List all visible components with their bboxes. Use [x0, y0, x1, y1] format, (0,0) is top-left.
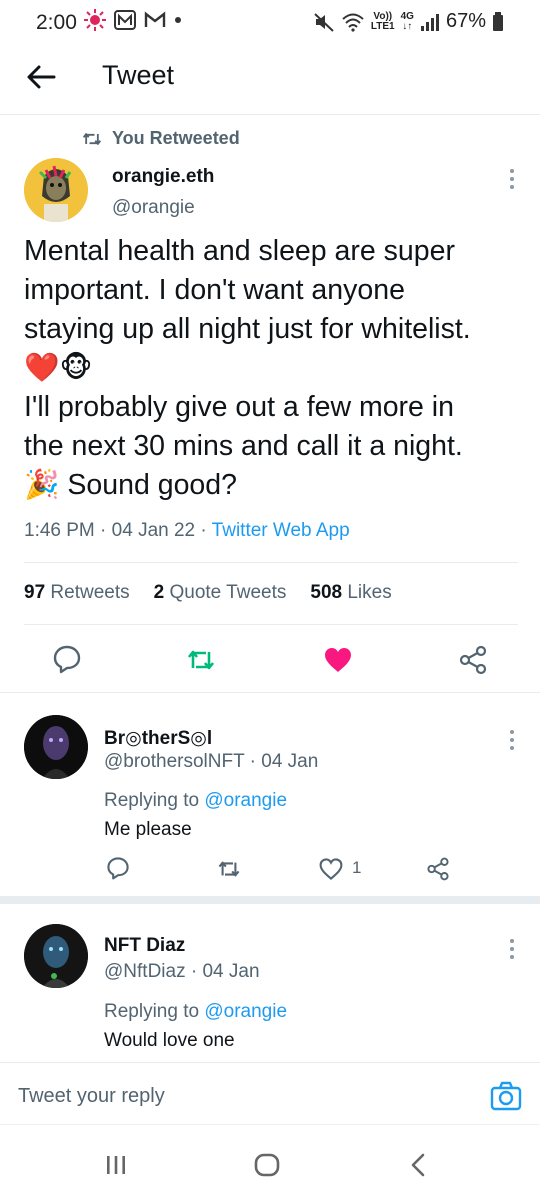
retweet-label: You Retweeted [112, 128, 240, 148]
more-options-icon[interactable] [509, 729, 515, 751]
like-icon[interactable] [323, 645, 353, 675]
quotes-stat[interactable]: 2 Quote Tweets [154, 582, 287, 604]
meta-separator: · [190, 961, 203, 982]
retweets-label: Retweets [50, 582, 130, 603]
author-handle[interactable]: @orangie [112, 197, 195, 219]
tweet-line: staying up all night just for whitelist. [24, 313, 471, 345]
tweet-source-link[interactable]: Twitter Web App [212, 520, 350, 541]
replying-to: Replying to @orangie [104, 1001, 287, 1023]
retweet-action-icon[interactable] [186, 645, 216, 675]
likes-stat[interactable]: 508 Likes [310, 582, 391, 604]
like-icon[interactable] [319, 857, 343, 881]
author-avatar[interactable] [24, 158, 88, 222]
battery-percent: 67% [445, 10, 486, 32]
meta-separator: · [249, 751, 262, 772]
quotes-label: Quote Tweets [169, 582, 287, 603]
tweet-line: I'll probably give out a few more in [24, 391, 454, 423]
likes-count: 508 [310, 582, 343, 603]
tweet-line: the next 30 mins and call it a night. [24, 430, 463, 462]
status-right-icons: Vo)) LTE1 4G ↓↑ 67% [313, 10, 504, 33]
share-icon[interactable] [458, 645, 488, 675]
reply-tweet[interactable]: Br◎therS◎l @brothersolNFT · 04 Jan Reply… [0, 693, 540, 893]
tweet-text: Mental health and sleep are super import… [24, 232, 524, 505]
system-back-icon[interactable] [408, 1153, 428, 1177]
reply-tweet[interactable]: NFT Diaz @NftDiaz · 04 Jan Replying to @… [0, 904, 540, 1060]
share-icon[interactable] [426, 857, 450, 881]
retweet-action-icon[interactable] [217, 857, 241, 881]
page-title: Tweet [102, 60, 175, 90]
retweets-stat[interactable]: 97 Retweets [24, 582, 130, 604]
reply-author-name[interactable]: NFT Diaz [104, 935, 185, 957]
reply-date: 04 Jan [261, 751, 319, 772]
replying-mention[interactable]: @orangie [204, 790, 287, 811]
reply-like-count: 1 [352, 858, 362, 877]
reply-meta: @brothersolNFT · 04 Jan [104, 751, 318, 773]
meta-separator: · [100, 520, 112, 541]
camera-icon[interactable] [490, 1081, 522, 1111]
replying-to: Replying to @orangie [104, 790, 287, 812]
tweet-meta: 1:46 PM · 04 Jan 22 · Twitter Web App [24, 520, 350, 542]
reply-text: Would love one [104, 1030, 235, 1051]
reply-author-handle[interactable]: @brothersolNFT [104, 751, 244, 772]
volte-label: Vo)) [373, 10, 393, 22]
volte-indicator: Vo)) LTE1 [370, 10, 395, 32]
tweet-line: 🎉 Sound good? [24, 469, 237, 501]
network-indicator: 4G ↓↑ [400, 10, 414, 32]
signal-icon [420, 13, 439, 31]
status-bar: 2:00 Vo)) LTE1 4G ↓↑ 67% [0, 0, 540, 46]
more-notifications-dot-icon [175, 17, 181, 23]
more-options-icon[interactable] [509, 938, 515, 960]
author-name[interactable]: orangie.eth [112, 166, 214, 188]
thread-separator [0, 896, 540, 904]
reply-text: Me please [104, 819, 192, 840]
engagement-stats: 97 Retweets 2 Quote Tweets 508 Likes [24, 582, 392, 604]
tweet-line: ❤️🐵 [24, 352, 93, 384]
divider [24, 562, 518, 563]
top-app-bar: Tweet [0, 46, 540, 115]
replying-prefix: Replying to [104, 1001, 200, 1022]
retweets-count: 97 [24, 582, 46, 603]
back-arrow-icon[interactable] [24, 60, 58, 94]
recent-apps-icon[interactable] [104, 1153, 128, 1177]
divider [24, 624, 518, 625]
replying-prefix: Replying to [104, 790, 200, 811]
system-nav-bar [0, 1124, 540, 1201]
tweet-date: 04 Jan 22 [111, 520, 196, 541]
reply-avatar[interactable] [24, 924, 88, 988]
reply-author-name[interactable]: Br◎therS◎l [104, 727, 212, 750]
more-options-icon[interactable] [509, 168, 515, 190]
reply-avatar[interactable] [24, 715, 88, 779]
mute-icon [314, 12, 334, 32]
brightness-icon [84, 9, 106, 31]
retweet-icon [82, 132, 102, 145]
gmail-icon [144, 11, 166, 27]
quotes-count: 2 [153, 582, 165, 603]
reply-input[interactable]: Tweet your reply [18, 1085, 165, 1108]
reply-meta: @NftDiaz · 04 Jan [104, 961, 260, 983]
replying-mention[interactable]: @orangie [204, 1001, 287, 1022]
tweet-line: important. I don't want anyone [24, 274, 405, 306]
network-gen-label: 4G [400, 10, 414, 22]
retweet-context: You Retweeted [82, 128, 240, 149]
reply-author-handle[interactable]: @NftDiaz [104, 961, 186, 982]
tweet-time: 1:46 PM [24, 520, 95, 541]
gallery-notification-icon [114, 10, 136, 30]
status-left-icons [84, 9, 182, 31]
reply-compose-bar[interactable]: Tweet your reply [0, 1062, 540, 1127]
likes-label: Likes [347, 582, 392, 603]
home-icon[interactable] [254, 1153, 280, 1177]
tweet-line: Mental health and sleep are super [24, 235, 455, 267]
meta-separator: · [200, 520, 212, 541]
battery-icon [493, 11, 503, 31]
status-time: 2:00 [36, 11, 77, 34]
wifi-icon [342, 13, 364, 32]
reply-icon[interactable] [52, 644, 82, 674]
lte-label: LTE1 [370, 20, 395, 32]
reply-date: 04 Jan [202, 961, 260, 982]
data-arrows-icon: ↓↑ [402, 20, 413, 32]
reply-icon[interactable] [106, 856, 130, 880]
